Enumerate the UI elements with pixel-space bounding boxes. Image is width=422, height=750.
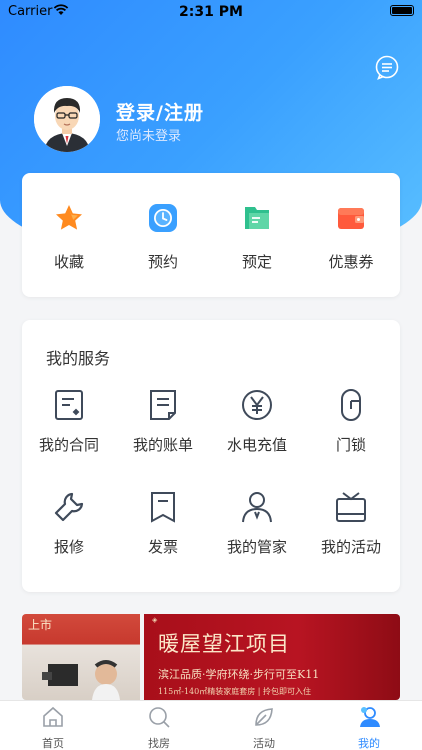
service-housekeeper[interactable]: 我的管家 [210,490,304,557]
camera-icon [42,660,120,700]
service-label: 门锁 [335,436,366,454]
login-status-text: 您尚未登录 [116,129,182,144]
lock-icon [341,389,361,421]
service-label: 发票 [147,538,178,556]
quick-appointment[interactable]: 预约 [116,203,210,272]
quick-actions-card: 收藏 预约 预定 优惠券 [22,173,400,297]
gift-icon [336,492,366,522]
profile-icon [360,707,380,727]
service-label: 水电充值 [226,436,287,454]
service-utility-recharge[interactable]: 水电充值 [210,388,304,455]
home-icon [43,706,63,727]
quick-favorites[interactable]: 收藏 [22,203,116,272]
service-door-lock[interactable]: 门锁 [304,388,398,455]
person-icon [242,492,272,523]
wrench-icon [54,492,84,522]
tab-mine[interactable]: 我的 [316,701,422,750]
contract-icon [55,390,83,420]
quick-label: 预约 [147,253,178,271]
service-contract[interactable]: 我的合同 [22,388,116,455]
service-label: 我的合同 [38,436,99,454]
star-icon [56,205,82,230]
service-my-activities[interactable]: 我的活动 [304,490,398,557]
service-invoice[interactable]: 发票 [116,490,210,557]
tab-home[interactable]: 首页 [0,701,106,750]
tab-label: 活动 [253,737,275,750]
status-time: 2:31 PM [179,4,243,20]
battery-icon [390,5,414,16]
status-bar: Carrier 2:31 PM [0,0,422,24]
wallet-icon [338,208,364,229]
tab-activities[interactable]: 活动 [211,701,317,750]
service-label: 我的账单 [132,436,193,454]
quick-label: 预定 [241,253,272,271]
tab-label: 首页 [42,737,64,750]
quick-label: 收藏 [53,253,84,271]
brand-mark-icon: ◈ [152,616,158,624]
bill-icon [150,390,176,420]
banner-tagline: 滨江品质·学府环绕·步行可至K11 [158,668,320,681]
services-card: 我的服务 我的合同 我的账单 水电充值 门锁 报修 发票 我的管家 我的活动 [22,320,400,592]
tab-bar: 首页 找房 活动 我的 [0,700,422,750]
tab-find-house[interactable]: 找房 [106,701,212,750]
invoice-icon [151,492,175,523]
banner-details: 115㎡-140㎡精装家庭套房 | 拎包即可入住 [158,687,312,696]
service-repair[interactable]: 报修 [22,490,116,557]
search-icon [149,707,170,728]
yen-icon [242,390,272,420]
quick-label: 优惠券 [328,253,374,271]
avatar-icon [34,86,100,152]
clock-icon [149,204,177,232]
quick-booking[interactable]: 预定 [210,203,304,272]
service-label: 我的活动 [320,538,381,556]
tab-label: 找房 [148,737,170,750]
tab-label: 我的 [358,737,380,750]
service-label: 报修 [53,538,84,556]
quick-coupons[interactable]: 优惠券 [304,203,398,272]
banner-right-panel: ◈ 暖屋望江项目 滨江品质·学府环绕·步行可至K11 115㎡-140㎡精装家庭… [144,614,400,700]
service-bill[interactable]: 我的账单 [116,388,210,455]
banner-title: 暖屋望江项目 [158,632,290,656]
services-title: 我的服务 [46,349,111,368]
service-label: 我的管家 [226,538,287,556]
message-icon[interactable] [374,55,400,81]
login-register-link[interactable]: 登录/注册 [116,98,204,125]
banner-left-image: 上市 [22,614,140,700]
promo-banner[interactable]: 上市 ◈ 暖屋望江项目 滨江品质·学府环绕·步行可至K11 115㎡-140㎡精… [22,614,400,700]
leaf-icon [255,708,273,726]
folder-icon [245,207,269,229]
avatar[interactable] [34,86,100,152]
